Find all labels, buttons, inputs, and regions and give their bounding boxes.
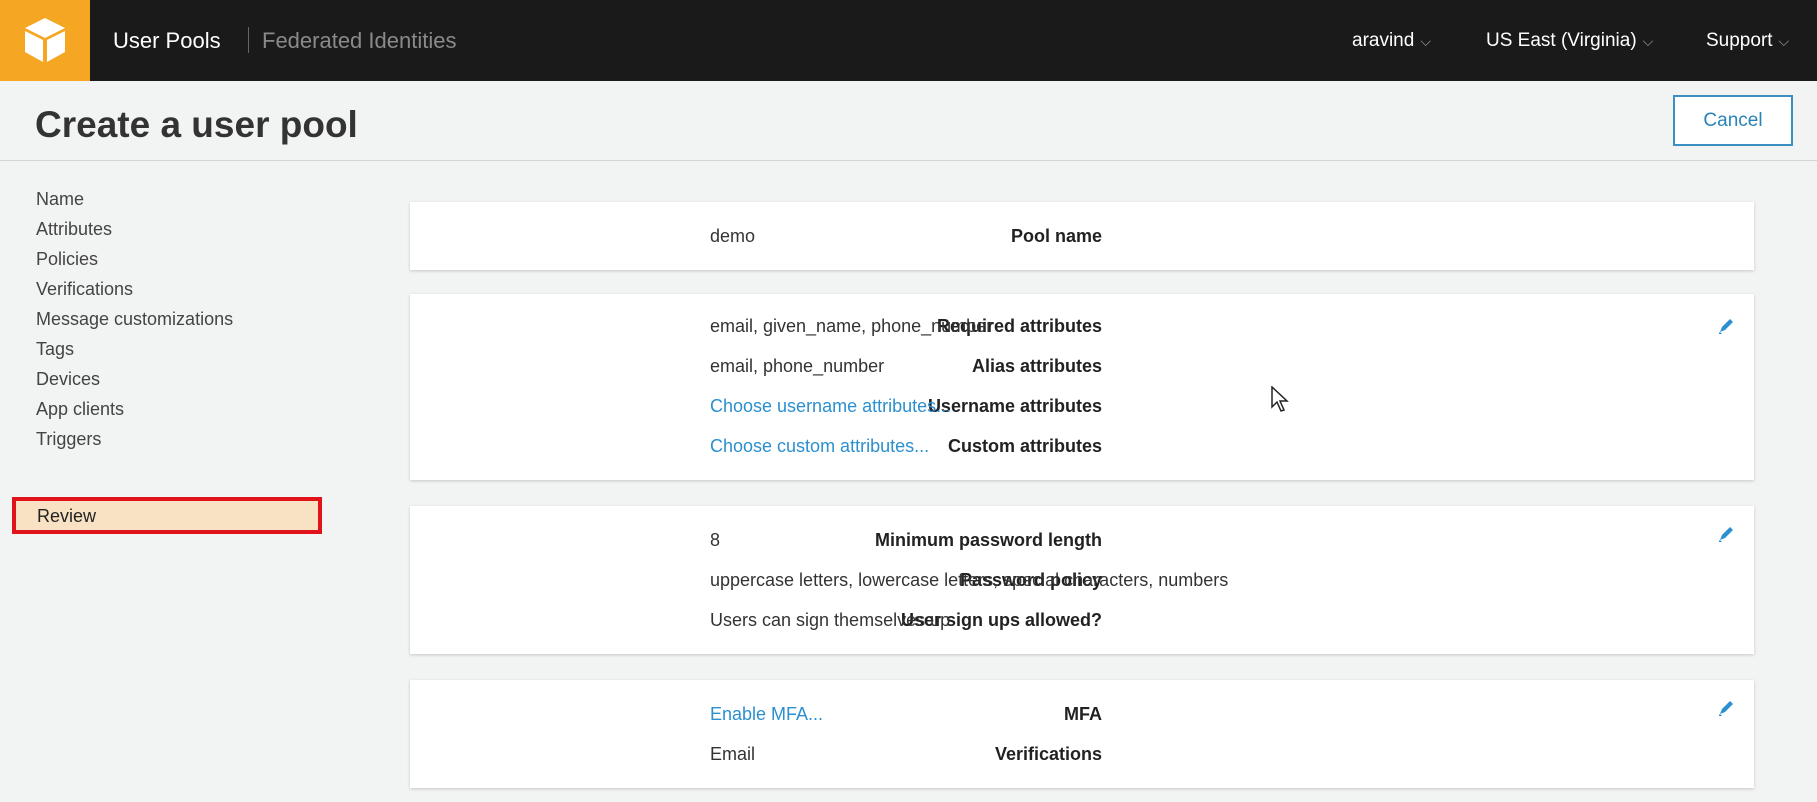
sidebar-item-tags[interactable]: Tags bbox=[36, 339, 74, 359]
mouse-pointer-icon bbox=[1271, 386, 1289, 412]
cancel-button[interactable]: Cancel bbox=[1673, 95, 1793, 146]
custom-attributes-label: Custom attributes bbox=[947, 436, 1102, 456]
pencil-icon[interactable] bbox=[1716, 524, 1736, 544]
enable-mfa-link[interactable]: Enable MFA... bbox=[710, 704, 823, 724]
alias-attributes-label: Alias attributes bbox=[971, 356, 1102, 376]
user-sign-ups-value: Users can sign themselves up bbox=[710, 610, 951, 630]
top-navigation-bar: User Pools Federated Identities aravind ⌵… bbox=[0, 0, 1817, 81]
nav-divider bbox=[248, 27, 249, 53]
pool-name-card: Pool name demo bbox=[410, 202, 1754, 270]
sidebar-item-triggers[interactable]: Triggers bbox=[36, 429, 101, 449]
user-menu[interactable]: aravind ⌵ bbox=[1352, 30, 1431, 52]
min-password-length-label: Minimum password length bbox=[874, 530, 1102, 550]
sidebar-item-attributes[interactable]: Attributes bbox=[36, 219, 112, 239]
sidebar-item-name[interactable]: Name bbox=[36, 189, 84, 209]
alias-attributes-value: email, phone_number bbox=[710, 356, 885, 376]
choose-username-attributes-link[interactable]: Choose username attributes... bbox=[710, 396, 951, 416]
username-attributes-label: Username attributes bbox=[927, 396, 1102, 416]
sidebar-item-app-clients[interactable]: App clients bbox=[36, 399, 124, 419]
policies-card: Minimum password length 8 Password polic… bbox=[410, 506, 1754, 654]
cube-logo-icon bbox=[25, 18, 65, 62]
pencil-icon[interactable] bbox=[1716, 698, 1736, 718]
pool-name-label: Pool name bbox=[1010, 226, 1102, 246]
required-attributes-value: email, given_name, phone_number bbox=[710, 316, 993, 336]
region-menu[interactable]: US East (Virginia) ⌵ bbox=[1486, 30, 1653, 52]
attributes-card: Required attributes email, given_name, p… bbox=[410, 294, 1754, 480]
password-policy-value: uppercase letters, lowercase letters, sp… bbox=[710, 570, 1229, 590]
min-password-length-value: 8 bbox=[710, 530, 721, 550]
user-menu-label: aravind bbox=[1352, 30, 1415, 51]
pool-name-value: demo bbox=[710, 226, 756, 246]
sidebar-item-policies[interactable]: Policies bbox=[36, 249, 98, 269]
sidebar-item-message-customizations[interactable]: Message customizations bbox=[36, 309, 233, 329]
nav-federated-identities[interactable]: Federated Identities bbox=[262, 29, 456, 53]
sidebar-item-review[interactable]: Review bbox=[12, 497, 322, 534]
support-menu-label: Support bbox=[1706, 30, 1773, 51]
chevron-down-icon: ⌵ bbox=[1778, 33, 1790, 49]
region-menu-label: US East (Virginia) bbox=[1486, 30, 1637, 51]
verifications-value: Email bbox=[710, 744, 756, 764]
verifications-label: Verifications bbox=[994, 744, 1102, 764]
page-header: Create a user pool Cancel bbox=[0, 81, 1817, 161]
chevron-down-icon: ⌵ bbox=[1420, 33, 1431, 49]
sidebar-item-verifications[interactable]: Verifications bbox=[36, 279, 133, 299]
support-menu[interactable]: Support ⌵ bbox=[1706, 30, 1789, 52]
nav-user-pools[interactable]: User Pools bbox=[113, 29, 221, 53]
choose-custom-attributes-link[interactable]: Choose custom attributes... bbox=[710, 436, 929, 456]
page-title: Create a user pool bbox=[35, 104, 358, 145]
sidebar-item-devices[interactable]: Devices bbox=[36, 369, 100, 389]
aws-logo[interactable] bbox=[0, 0, 90, 81]
mfa-card: MFA Enable MFA... Verifications Email bbox=[410, 680, 1754, 788]
mfa-label: MFA bbox=[1064, 704, 1102, 724]
chevron-down-icon: ⌵ bbox=[1642, 33, 1654, 49]
pencil-icon[interactable] bbox=[1716, 316, 1736, 336]
sidebar-item-label: Review bbox=[37, 506, 97, 526]
